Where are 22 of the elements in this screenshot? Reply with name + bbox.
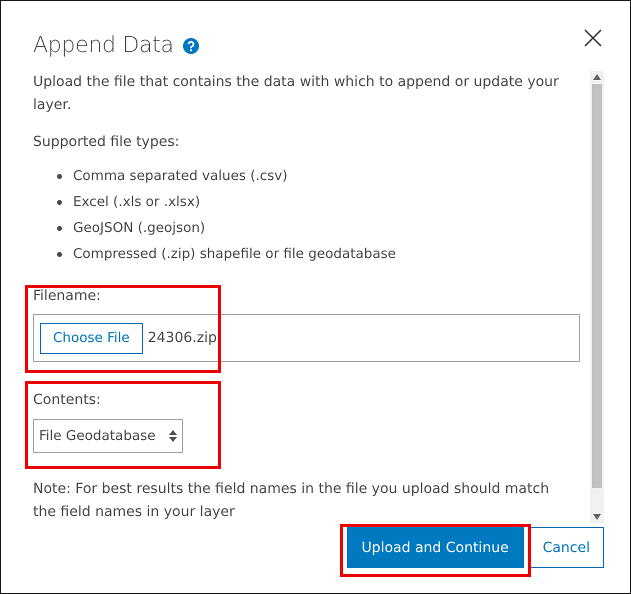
filename-label: Filename: xyxy=(33,287,102,306)
file-type-item: Comma separated values (.csv) xyxy=(73,168,288,184)
file-type-item: GeoJSON (.geojson) xyxy=(73,220,206,236)
sort-caret-icon xyxy=(169,430,177,442)
scroll-up-icon[interactable] xyxy=(593,74,601,80)
file-type-item: Compressed (.zip) shapefile or file geodatabase xyxy=(73,246,396,262)
contents-label: Contents: xyxy=(33,391,102,410)
file-type-item: Excel (.xls or .xlsx) xyxy=(73,194,200,210)
contents-select[interactable]: File Geodatabase xyxy=(33,419,183,453)
help-icon[interactable] xyxy=(182,38,199,54)
upload-button[interactable]: Upload and Continue xyxy=(346,527,524,568)
scroll-down-icon[interactable] xyxy=(593,514,601,520)
choose-file-button[interactable]: Choose File xyxy=(40,322,143,354)
dialog-title: Append Data xyxy=(33,32,174,58)
file-name: 24306.zip xyxy=(148,330,217,346)
scrollbar[interactable] xyxy=(590,71,604,523)
types-heading: Supported file types: xyxy=(33,133,180,152)
close-button[interactable] xyxy=(583,28,603,48)
intro-text: Upload the file that contains the data with which to append or update your layer. xyxy=(33,73,560,115)
file-input-field[interactable]: Choose File 24306.zip xyxy=(33,314,580,362)
note-text: Note: For best results the field names in the file you upload should match the field names in your layer xyxy=(33,480,550,522)
cancel-button[interactable]: Cancel xyxy=(528,527,604,568)
